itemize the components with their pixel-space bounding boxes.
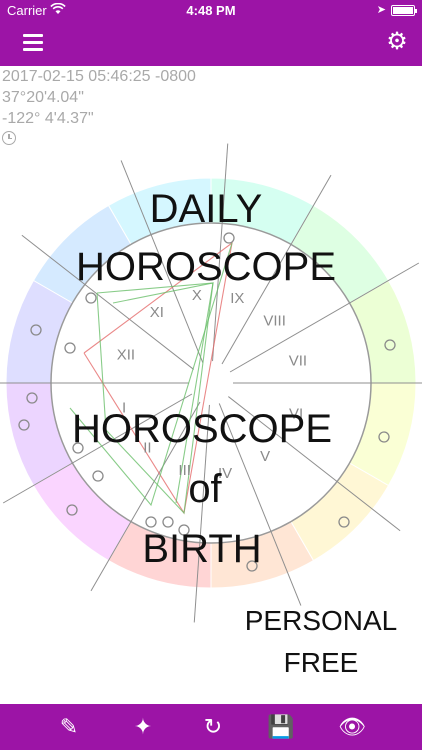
promo-daily: DAILY bbox=[149, 187, 263, 231]
house-label: VIII bbox=[263, 312, 286, 329]
refresh-icon[interactable]: ↻ bbox=[198, 712, 228, 742]
bottom-toolbar: ✎ ✦ ↻ 💾 👁 bbox=[0, 704, 422, 750]
promo-birth: BIRTH bbox=[142, 527, 262, 571]
house-label: XII bbox=[117, 347, 135, 364]
house-label: VII bbox=[289, 353, 307, 370]
promo-horoscope-1: HOROSCOPE bbox=[75, 245, 337, 289]
save-icon[interactable]: 💾 bbox=[266, 712, 296, 742]
house-label: IX bbox=[230, 290, 244, 307]
promo-free: FREE bbox=[283, 647, 359, 678]
promo-personal: PERSONAL bbox=[244, 605, 398, 636]
promo-of: of bbox=[188, 467, 222, 511]
house-label: XI bbox=[150, 304, 164, 321]
magic-wand-icon[interactable]: ✦ bbox=[128, 712, 158, 742]
eye-icon[interactable]: 👁 bbox=[337, 712, 367, 742]
edit-icon[interactable]: ✎ bbox=[54, 712, 84, 742]
promo-horoscope-2: HOROSCOPE bbox=[71, 407, 333, 451]
